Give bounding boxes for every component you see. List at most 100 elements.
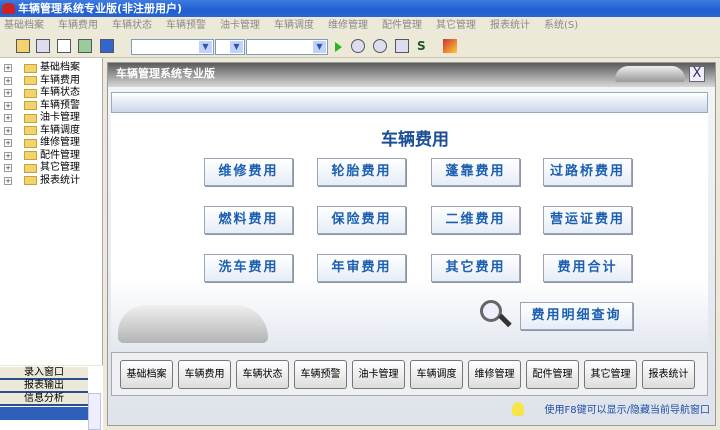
title-bar: 车辆管理系统专业版(非注册用户): [0, 0, 720, 17]
module-button[interactable]: 车辆调度: [410, 360, 463, 389]
expand-icon[interactable]: +: [4, 114, 12, 122]
folder-icon: [24, 76, 37, 85]
tree-label: 油卡管理: [40, 112, 80, 123]
folder-icon: [24, 176, 37, 185]
expand-icon[interactable]: +: [4, 89, 12, 97]
toolbar: ▼ ▼ ▼ S: [0, 35, 720, 58]
nav-item-analysis[interactable]: 信息分析: [0, 393, 88, 406]
folder-tree-icon[interactable]: [16, 39, 30, 53]
module-button[interactable]: 车辆预警: [294, 360, 347, 389]
combo-1[interactable]: ▼: [131, 39, 214, 55]
chevron-down-icon: ▼: [199, 41, 212, 53]
menu-bar: 基础档案 车辆费用 车辆状态 车辆预警 油卡管理 车辆调度 维修管理 配件管理 …: [0, 17, 720, 35]
menu-item[interactable]: 基础档案: [4, 17, 44, 35]
car-icon: [615, 66, 685, 82]
combo-3[interactable]: ▼: [246, 39, 328, 55]
hint-text: 使用F8键可以显示/隐藏当前导航窗口: [544, 405, 710, 416]
permit-fee-button[interactable]: 营运证费用: [543, 206, 632, 234]
cover-fee-button[interactable]: 蓬靠费用: [431, 158, 520, 186]
module-button[interactable]: 车辆状态: [236, 360, 289, 389]
header-band: [111, 92, 708, 113]
menu-item[interactable]: 车辆费用: [58, 17, 98, 35]
insurance-fee-button[interactable]: 保险费用: [317, 206, 406, 234]
scrollbar[interactable]: [88, 393, 101, 430]
nav-item-selected[interactable]: [0, 407, 88, 420]
search-icon[interactable]: [351, 39, 365, 53]
expand-icon[interactable]: +: [4, 176, 12, 185]
folder-icon: [24, 88, 37, 98]
nav-item-input[interactable]: 录入窗口: [0, 367, 88, 380]
list-icon[interactable]: [36, 39, 50, 53]
play-icon[interactable]: [335, 42, 342, 52]
menu-item[interactable]: 配件管理: [382, 17, 422, 35]
tree-node[interactable]: + 车辆预警: [4, 100, 80, 112]
window-icon[interactable]: [100, 39, 114, 53]
tree-label: 车辆费用: [40, 74, 80, 86]
wash-fee-button[interactable]: 洗车费用: [204, 254, 293, 282]
fuel-fee-button[interactable]: 燃料费用: [204, 206, 293, 234]
expand-icon[interactable]: +: [4, 126, 12, 135]
module-button[interactable]: 油卡管理: [352, 360, 405, 389]
folder-icon: [24, 151, 37, 160]
preview-icon[interactable]: [395, 39, 409, 53]
expand-icon[interactable]: +: [4, 139, 12, 147]
pencil-icon[interactable]: [443, 39, 457, 53]
panel-title: 车辆费用: [381, 130, 449, 150]
module-button[interactable]: 车辆费用: [178, 360, 231, 389]
tree-node[interactable]: + 车辆状态: [4, 87, 80, 99]
tree-label: 基础档案: [40, 62, 80, 73]
expand-icon[interactable]: +: [4, 164, 12, 172]
search-user-icon[interactable]: [373, 39, 387, 53]
tree-label: 报表统计: [40, 174, 80, 186]
tree-node[interactable]: + 基础档案: [4, 62, 80, 74]
tree-node[interactable]: + 油卡管理: [4, 112, 80, 124]
combo-2[interactable]: ▼: [215, 39, 245, 55]
expand-icon[interactable]: +: [4, 64, 12, 72]
tree-label: 维修管理: [40, 137, 80, 148]
tree-node[interactable]: + 配件管理: [4, 150, 80, 162]
tree-node[interactable]: + 其它管理: [4, 162, 80, 174]
expand-icon[interactable]: +: [4, 101, 12, 110]
nav-item-report[interactable]: 报表输出: [0, 380, 88, 393]
expand-icon[interactable]: +: [4, 76, 12, 85]
fee-detail-query-button[interactable]: 费用明细查询: [520, 302, 633, 330]
chart-icon[interactable]: [78, 39, 92, 53]
tire-fee-button[interactable]: 轮胎费用: [317, 158, 406, 186]
maintenance-fee-button[interactable]: 二维费用: [431, 206, 520, 234]
inspection-fee-button[interactable]: 年审费用: [317, 254, 406, 282]
tree-label: 车辆状态: [40, 87, 80, 98]
expand-icon[interactable]: +: [4, 151, 12, 160]
toll-fee-button[interactable]: 过路桥费用: [543, 158, 632, 186]
module-button[interactable]: 配件管理: [526, 360, 579, 389]
tree-label: 车辆调度: [40, 124, 80, 136]
module-button[interactable]: 其它管理: [584, 360, 637, 389]
car-image: [118, 305, 268, 343]
chevron-down-icon: ▼: [313, 41, 326, 53]
folder-icon: [24, 163, 37, 173]
module-button[interactable]: 维修管理: [468, 360, 521, 389]
tree-node[interactable]: + 车辆费用: [4, 75, 80, 87]
other-fee-button[interactable]: 其它费用: [431, 254, 520, 282]
menu-item[interactable]: 报表统计: [490, 17, 530, 35]
menu-item[interactable]: 车辆预警: [166, 17, 206, 35]
total-fee-button[interactable]: 费用合计: [543, 254, 632, 282]
tree-node[interactable]: + 报表统计: [4, 175, 80, 187]
folder-icon: [24, 113, 37, 123]
module-button[interactable]: 基础档案: [120, 360, 173, 389]
menu-item[interactable]: 车辆状态: [112, 17, 152, 35]
menu-item[interactable]: 油卡管理: [220, 17, 260, 35]
app-car-icon: [2, 3, 15, 14]
close-button[interactable]: X: [689, 66, 705, 82]
chevron-down-icon: ▼: [230, 41, 243, 53]
refresh-icon[interactable]: S: [417, 39, 431, 53]
module-button[interactable]: 报表统计: [642, 360, 695, 389]
menu-item[interactable]: 系统(S): [544, 17, 578, 35]
repair-fee-button[interactable]: 维修费用: [204, 158, 293, 186]
menu-item[interactable]: 车辆调度: [274, 17, 314, 35]
tree-node[interactable]: + 车辆调度: [4, 125, 80, 137]
document-icon[interactable]: [57, 39, 71, 53]
tree-node[interactable]: + 维修管理: [4, 137, 80, 149]
menu-item[interactable]: 其它管理: [436, 17, 476, 35]
menu-item[interactable]: 维修管理: [328, 17, 368, 35]
tree-label: 配件管理: [40, 149, 80, 161]
